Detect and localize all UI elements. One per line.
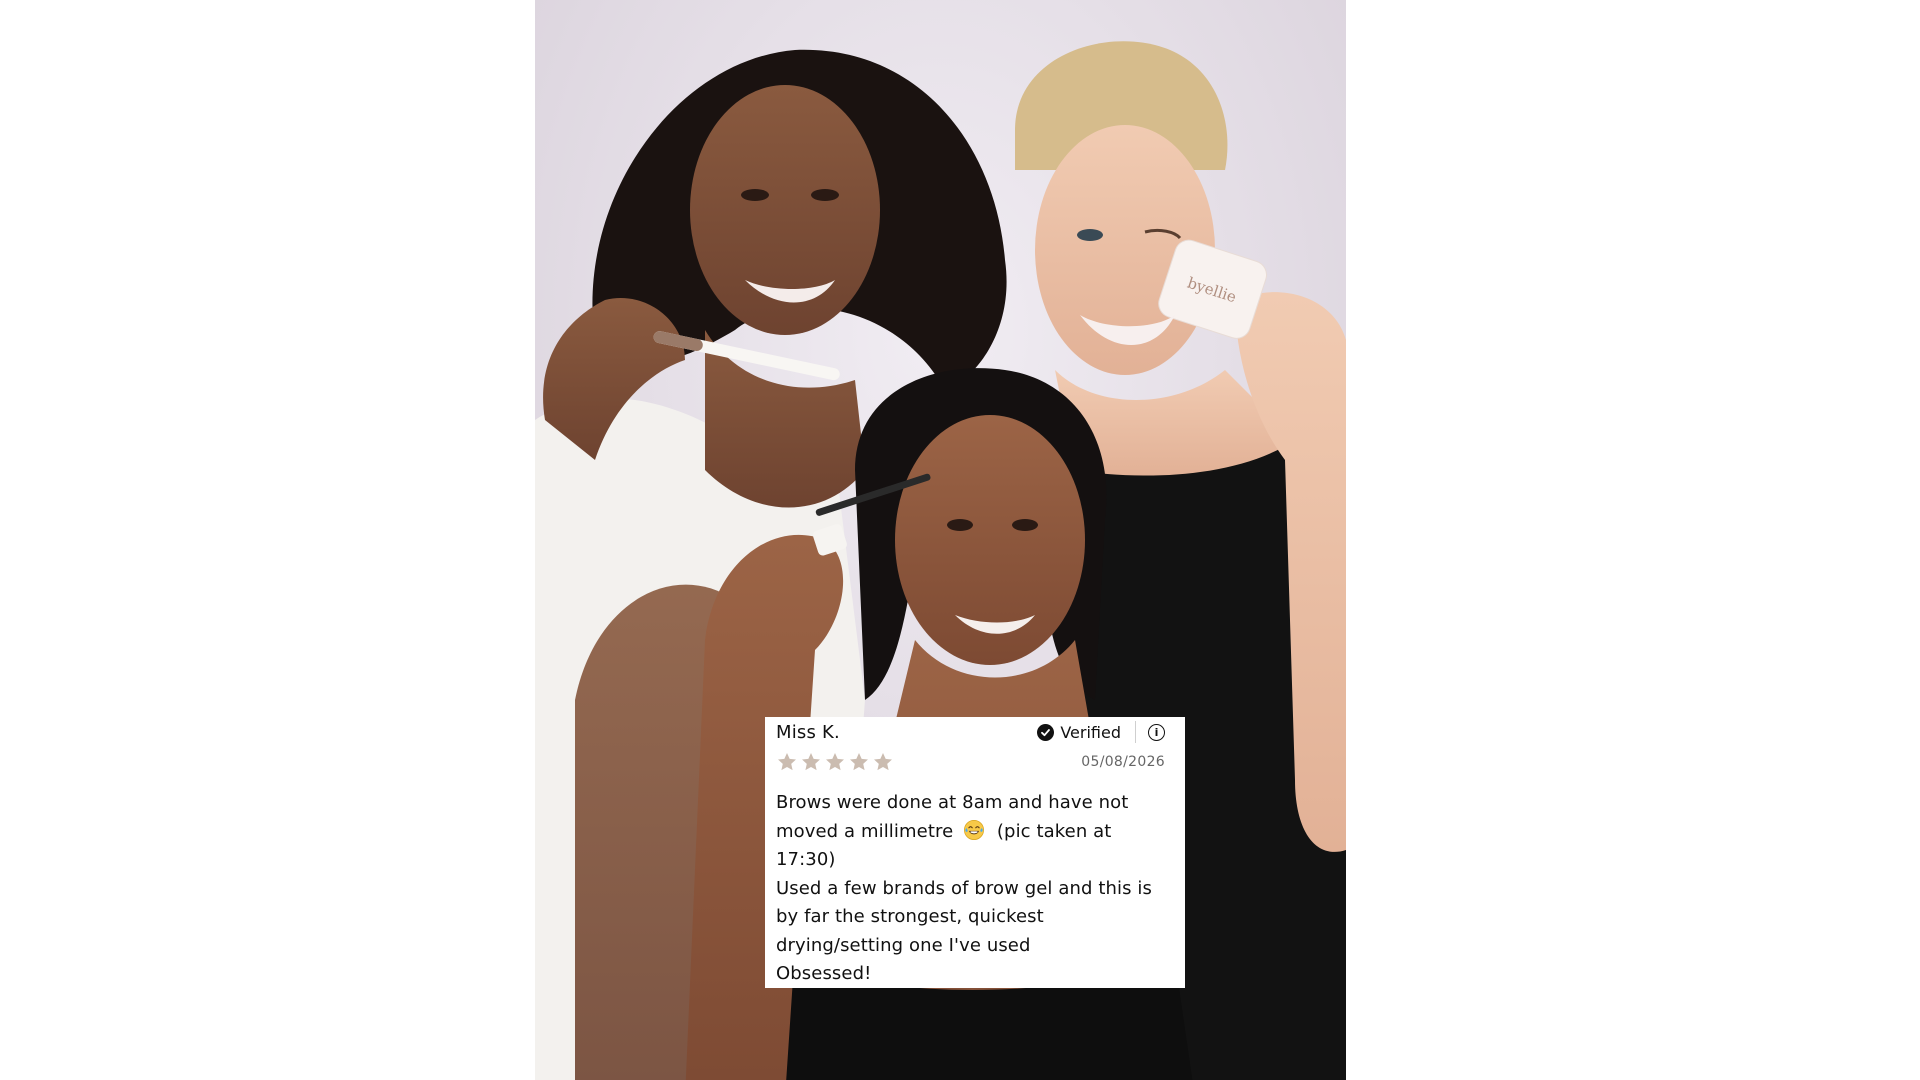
star-icon — [826, 753, 844, 771]
header-divider — [1135, 721, 1136, 743]
star-icon — [874, 753, 892, 771]
review-line-3: Obsessed! — [776, 963, 872, 984]
verified-check-icon — [1037, 723, 1055, 741]
reviewer-name: Miss K. — [776, 721, 840, 743]
page-canvas: byellie Miss K. Verified i 05/08/2026 Br… — [0, 0, 1920, 1080]
review-header: Miss K. Verified i — [776, 717, 1165, 747]
review-date: 05/08/2026 — [1081, 754, 1165, 770]
star-icon — [778, 753, 796, 771]
review-meta: 05/08/2026 — [776, 747, 1165, 777]
review-body: Brows were done at 8am and have not move… — [776, 789, 1165, 989]
tears-of-joy-emoji — [964, 819, 985, 840]
verified-label: Verified — [1060, 722, 1121, 742]
info-icon[interactable]: i — [1148, 723, 1165, 741]
review-card: Miss K. Verified i 05/08/2026 Brows were… — [765, 717, 1185, 988]
review-line-1: Brows were done at 8am and have not move… — [776, 789, 1165, 875]
star-icon — [850, 753, 868, 771]
star-icon — [802, 753, 820, 771]
review-line-2: Used a few brands of brow gel and this i… — [776, 877, 1152, 956]
star-rating — [776, 751, 894, 773]
verified-badge: Verified i — [1037, 721, 1165, 743]
